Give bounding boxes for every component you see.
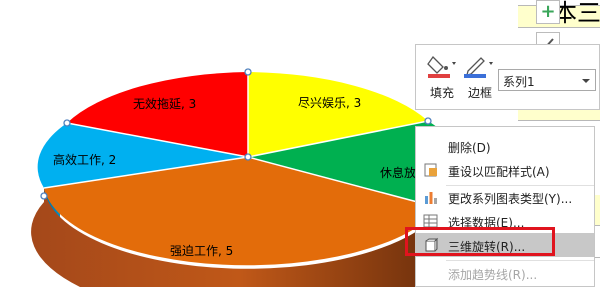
border-label: 边框 (467, 86, 492, 100)
chart-elements-button[interactable]: + (536, 0, 560, 24)
sheet-cell-band (518, 110, 600, 120)
delete-icon (423, 138, 439, 154)
data-label-qiangpo: 强迫工作, 5 (170, 244, 233, 258)
chart-type-icon (425, 192, 437, 204)
excel-window: 无效拖延, 3 尽兴娱乐, 3 高效工作, 2 休息放 强迫工作, 5 本三 + (0, 0, 600, 287)
plus-icon: + (540, 1, 556, 22)
border-button[interactable]: 边框 (460, 51, 500, 107)
menu-item-reset-style[interactable]: 重设以匹配样式(A) (416, 158, 594, 182)
data-label-gaoxiao: 高效工作, 2 (53, 152, 116, 167)
highlight-annotation (405, 227, 555, 256)
data-label-jinxing: 尽兴娱乐, 3 (298, 96, 361, 110)
sheet-title: 本三 (553, 0, 600, 27)
data-label-wuxiao: 无效拖延, 3 (133, 96, 196, 111)
menu-item-change-chart-type[interactable]: 更改系列图表类型(Y)... (416, 185, 594, 209)
trendline-icon (423, 265, 439, 281)
fill-label: 填充 (429, 86, 454, 100)
data-label-xiuxi: 休息放 (380, 165, 416, 180)
series-dropdown[interactable]: 系列1 (498, 69, 596, 91)
series-dropdown-value: 系列1 (503, 75, 535, 89)
reset-style-icon (424, 163, 437, 177)
menu-item-add-trendline[interactable]: 添加趋势线(R)... (416, 261, 594, 285)
fill-button[interactable]: 填充 (422, 51, 462, 107)
paint-bucket-icon (427, 55, 456, 78)
pen-icon (464, 57, 493, 78)
context-menu: 删除(D) 重设以匹配样式(A) 更改系列图表类型(Y)... 选择数据(E).… (415, 126, 595, 287)
chevron-down-icon (582, 79, 590, 83)
menu-item-delete[interactable]: 删除(D) (416, 134, 594, 158)
mini-format-toolbar: 填充 边框 系列1 (415, 44, 600, 110)
